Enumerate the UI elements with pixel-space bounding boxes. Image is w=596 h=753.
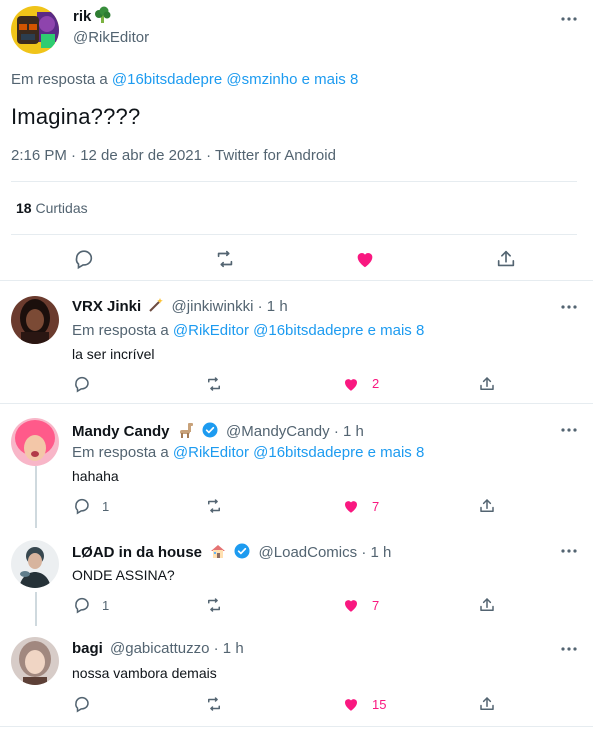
retweet-icon[interactable] bbox=[205, 375, 223, 393]
likes-label: Curtidas bbox=[35, 200, 88, 216]
like-icon[interactable] bbox=[342, 695, 360, 713]
broccoli-icon bbox=[93, 6, 111, 24]
avatar[interactable] bbox=[11, 637, 59, 685]
user-handle[interactable]: @MandyCandy bbox=[226, 423, 330, 440]
reply-time[interactable]: · 1 h bbox=[334, 423, 364, 440]
like-icon[interactable] bbox=[342, 375, 360, 393]
like-icon[interactable] bbox=[342, 596, 360, 614]
reply-time[interactable]: · 1 h bbox=[361, 544, 391, 561]
more-options-icon[interactable] bbox=[560, 640, 578, 658]
tweet-text: ONDE ASSINA? bbox=[72, 567, 175, 583]
avatar[interactable] bbox=[11, 296, 59, 344]
likes-count: 18 bbox=[16, 200, 32, 216]
likes-summary[interactable]: 18 Curtidas bbox=[16, 200, 88, 216]
main-tweet: rik @RikEditor Em resposta a @16bitsdade… bbox=[0, 0, 593, 281]
like-count: 15 bbox=[372, 697, 387, 712]
reply-header: bagi @gabicattuzzo · 1 h bbox=[72, 640, 244, 657]
replying-prefix: Em resposta a bbox=[72, 444, 169, 461]
house-icon bbox=[209, 543, 227, 559]
reply-header: Mandy Candy @MandyCandy · 1 h bbox=[72, 421, 364, 440]
divider bbox=[11, 234, 577, 235]
reply-tweet[interactable]: LØAD in da house @LoadComics · 1 h ONDE … bbox=[0, 527, 593, 627]
display-name[interactable]: Mandy Candy bbox=[72, 423, 170, 440]
verified-badge-icon bbox=[201, 421, 219, 439]
reply-tweet[interactable]: Mandy Candy @MandyCandy · 1 h Em respost… bbox=[0, 405, 593, 525]
replying-to: Em resposta a @RikEditor @16bitsdadepre … bbox=[72, 444, 424, 461]
reply-tweet[interactable]: bagi @gabicattuzzo · 1 h nossa vambora d… bbox=[0, 627, 593, 727]
display-name[interactable]: LØAD in da house bbox=[72, 544, 202, 561]
like-count: 2 bbox=[372, 376, 380, 391]
replying-to: Em resposta a @RikEditor @16bitsdadepre … bbox=[72, 322, 424, 339]
share-icon[interactable] bbox=[478, 497, 496, 515]
share-icon[interactable] bbox=[478, 695, 496, 713]
divider bbox=[11, 181, 577, 182]
reply-icon[interactable] bbox=[73, 695, 91, 713]
retweet-icon[interactable] bbox=[214, 248, 236, 270]
reply-icon[interactable] bbox=[73, 248, 95, 270]
more-options-icon[interactable] bbox=[560, 10, 578, 28]
retweet-icon[interactable] bbox=[205, 497, 223, 515]
reply-icon[interactable] bbox=[73, 497, 91, 515]
llama-icon bbox=[177, 422, 195, 438]
retweet-icon[interactable] bbox=[205, 695, 223, 713]
reply-icon[interactable] bbox=[73, 375, 91, 393]
tweet-text: hahaha bbox=[72, 468, 119, 484]
retweet-icon[interactable] bbox=[205, 596, 223, 614]
reply-time[interactable]: · 1 h bbox=[258, 298, 288, 315]
reply-count: 1 bbox=[102, 598, 110, 613]
replying-mentions[interactable]: @RikEditor @16bitsdadepre e mais 8 bbox=[173, 322, 424, 339]
like-icon[interactable] bbox=[354, 248, 376, 270]
reply-header: LØAD in da house @LoadComics · 1 h bbox=[72, 542, 391, 561]
more-options-icon[interactable] bbox=[560, 421, 578, 439]
replying-mentions[interactable]: @RikEditor @16bitsdadepre e mais 8 bbox=[173, 444, 424, 461]
user-handle[interactable]: @jinkiwinkki bbox=[172, 298, 254, 315]
verified-badge-icon bbox=[233, 542, 251, 560]
avatar[interactable] bbox=[11, 540, 59, 588]
user-handle[interactable]: @gabicattuzzo bbox=[110, 640, 209, 657]
like-count: 7 bbox=[372, 598, 380, 613]
display-name[interactable]: bagi bbox=[72, 640, 103, 657]
reply-count: 1 bbox=[102, 499, 110, 514]
more-options-icon[interactable] bbox=[560, 542, 578, 560]
like-icon[interactable] bbox=[342, 497, 360, 515]
tweet-timestamp[interactable]: 2:16 PM · 12 de abr de 2021 · Twitter fo… bbox=[11, 147, 336, 164]
display-name[interactable]: rik bbox=[73, 8, 91, 25]
more-options-icon[interactable] bbox=[560, 298, 578, 316]
user-handle[interactable]: @LoadComics bbox=[259, 544, 358, 561]
share-icon[interactable] bbox=[478, 375, 496, 393]
tweet-text: la ser incrível bbox=[72, 346, 155, 362]
reply-header: VRX Jinki @jinkiwinkki · 1 h bbox=[72, 297, 288, 315]
magic-wand-icon bbox=[148, 297, 164, 313]
tweet-text: nossa vambora demais bbox=[72, 665, 217, 681]
reply-icon[interactable] bbox=[73, 596, 91, 614]
reply-time[interactable]: · 1 h bbox=[214, 640, 244, 657]
replying-prefix: Em resposta a bbox=[72, 322, 169, 339]
user-handle[interactable]: @RikEditor bbox=[73, 29, 149, 46]
replying-to: Em resposta a @16bitsdadepre @smzinho e … bbox=[11, 71, 358, 88]
share-icon[interactable] bbox=[478, 596, 496, 614]
tweet-text: Imagina???? bbox=[11, 104, 141, 129]
replying-mentions[interactable]: @16bitsdadepre @smzinho e mais 8 bbox=[112, 71, 358, 88]
display-name[interactable]: VRX Jinki bbox=[72, 298, 141, 315]
avatar[interactable] bbox=[11, 6, 59, 54]
reply-tweet[interactable]: VRX Jinki @jinkiwinkki · 1 h Em resposta… bbox=[0, 282, 593, 404]
share-icon[interactable] bbox=[495, 248, 517, 270]
replying-prefix: Em resposta a bbox=[11, 71, 108, 88]
like-count: 7 bbox=[372, 499, 380, 514]
avatar[interactable] bbox=[11, 418, 59, 466]
